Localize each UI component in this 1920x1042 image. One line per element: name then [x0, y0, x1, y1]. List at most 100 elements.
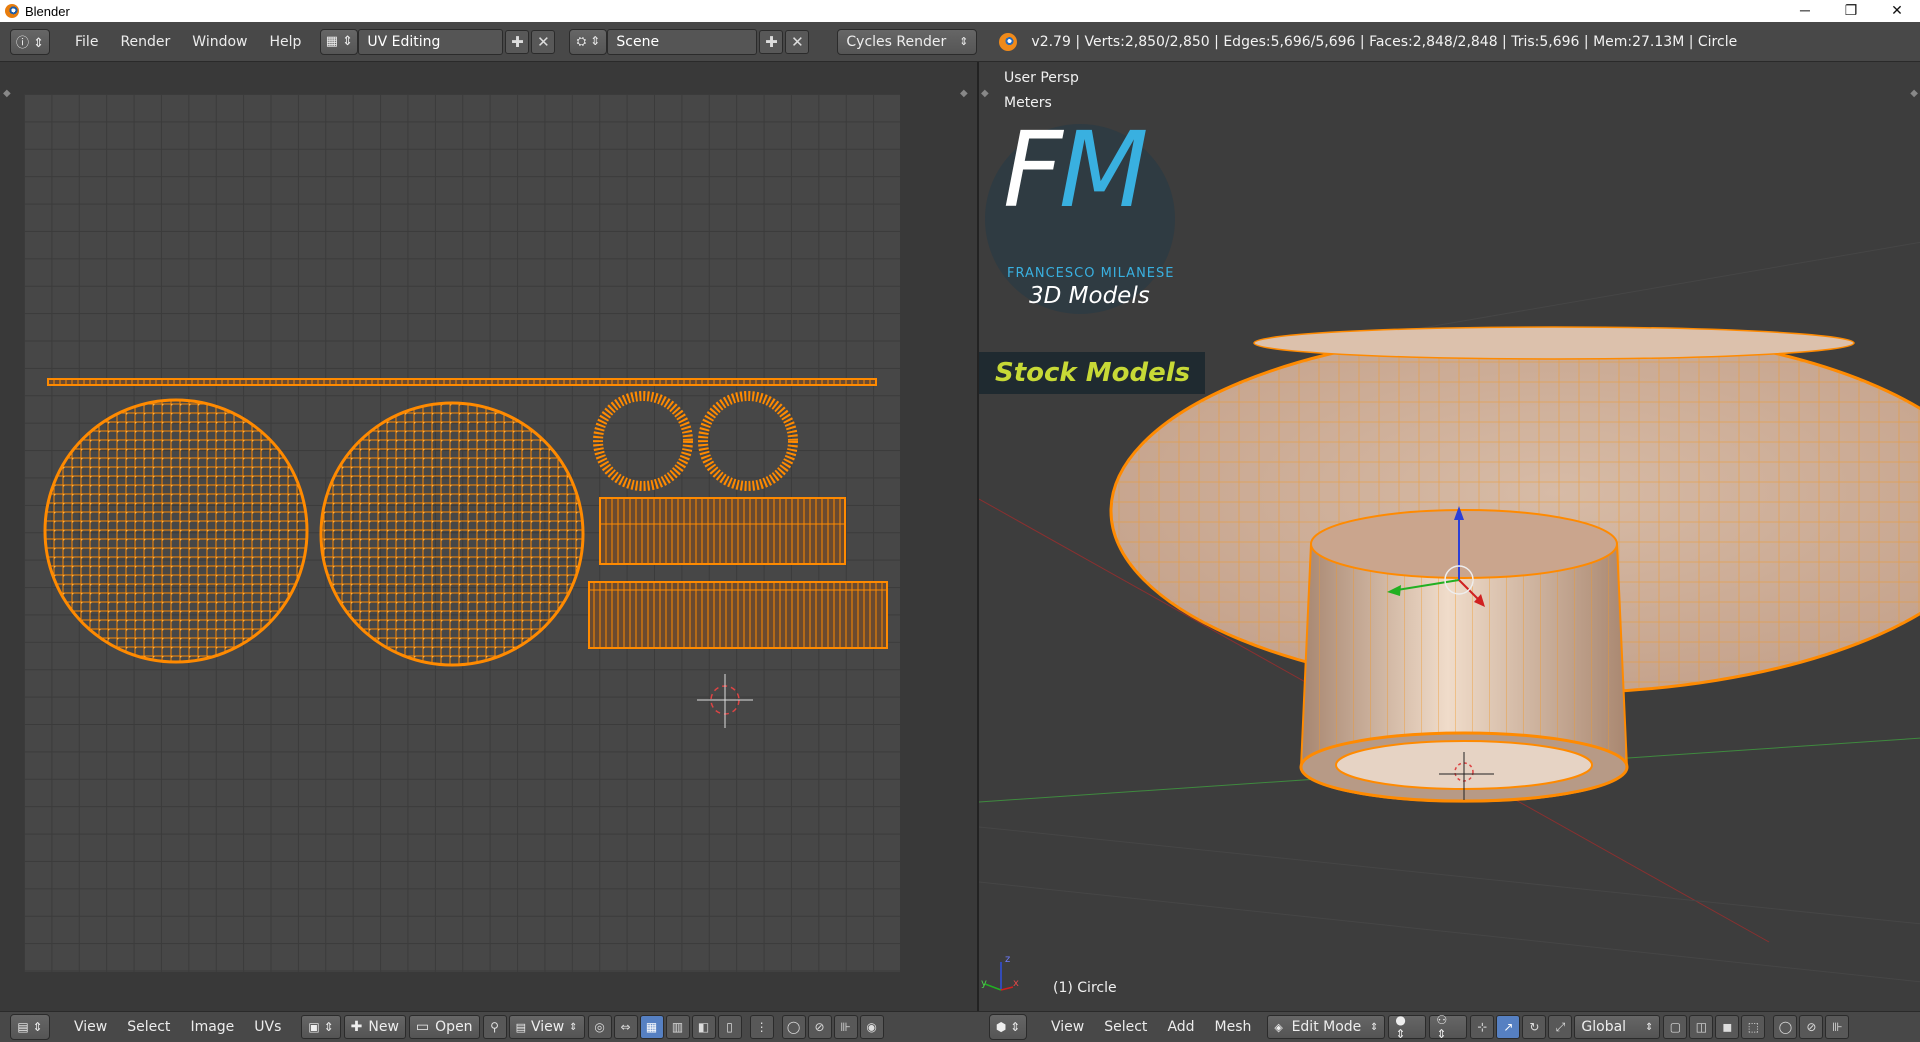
editor-type-info-button[interactable]: ⓘ ⇕: [10, 28, 50, 55]
snap-element-icon[interactable]: ⊪: [1825, 1015, 1850, 1039]
view3d-menu-mesh[interactable]: Mesh: [1205, 1019, 1262, 1035]
edge-select-icon[interactable]: ▥: [665, 1015, 690, 1039]
logo-letter-f: F: [1003, 109, 1063, 231]
proportional-edit-icon[interactable]: ◯: [1773, 1015, 1798, 1039]
manipulator-toggle-icon[interactable]: ⊹: [1470, 1015, 1495, 1039]
menu-window[interactable]: Window: [181, 29, 258, 55]
image-browse-button[interactable]: ▣ ⇕: [301, 1015, 341, 1039]
sync-selection-icon[interactable]: ⇔: [613, 1015, 638, 1039]
face-select-mode-icon[interactable]: ◼: [1715, 1015, 1740, 1039]
3d-view-header: ⬢ ⇕ View Select Add Mesh ◈ Edit Mode ⇕ ●…: [977, 1011, 1920, 1042]
logo-banner: Stock Models: [979, 352, 1205, 394]
editor-type-3d-button[interactable]: ⬢ ⇕: [989, 1014, 1027, 1040]
restore-button[interactable]: ❐: [1828, 0, 1874, 22]
uv-island-ring[interactable]: [593, 391, 693, 491]
overlay-icon[interactable]: ◉: [859, 1015, 884, 1039]
layout-name-field[interactable]: UV Editing: [358, 28, 504, 55]
transform-orientation-dropdown[interactable]: Global ⇕: [1574, 1015, 1661, 1039]
uv-island-ring[interactable]: [698, 391, 798, 491]
pin-icon[interactable]: ⚲: [482, 1015, 507, 1039]
dropdown-arrows-icon: ⇕: [1370, 1021, 1379, 1033]
blender-logo-icon: [5, 4, 19, 18]
uv-island-disc[interactable]: [319, 401, 585, 667]
uv-image-editor[interactable]: ◆ ◆: [0, 62, 977, 1011]
open-image-button[interactable]: ▭ Open: [408, 1015, 480, 1039]
scene-statistics: v2.79 | Verts:2,850/2,850 | Edges:5,696/…: [1031, 33, 1738, 50]
vertex-select-icon[interactable]: ▦: [639, 1015, 664, 1039]
svg-text:z: z: [1005, 954, 1010, 965]
add-scene-button[interactable]: ✚: [759, 29, 784, 54]
menu-help[interactable]: Help: [258, 29, 312, 55]
delete-scene-button[interactable]: ✕: [785, 29, 810, 54]
minimize-button[interactable]: ─: [1782, 0, 1828, 22]
scene-icon: ⛭ ⇕: [576, 34, 601, 48]
uv-island-strip[interactable]: [47, 378, 877, 386]
scale-manipulator-icon[interactable]: ⤢: [1548, 1015, 1573, 1039]
logo-letter-m: M: [1058, 109, 1149, 231]
close-window-button[interactable]: ✕: [1874, 0, 1920, 22]
window-controls: ─ ❐ ✕: [1782, 0, 1920, 22]
view3d-menu-view[interactable]: View: [1041, 1019, 1094, 1035]
mode-label: Edit Mode: [1291, 1019, 1362, 1035]
uv-island-rect[interactable]: [599, 497, 846, 565]
uv-layout[interactable]: [0, 62, 977, 1011]
dropdown-arrows-icon: ⇕: [1645, 1021, 1654, 1033]
island-select-icon[interactable]: ▯: [717, 1015, 742, 1039]
pivot-icon: ⚇ ⇕: [1436, 1013, 1448, 1041]
view3d-menu-add[interactable]: Add: [1157, 1019, 1204, 1035]
pivot-point-dropdown[interactable]: ⚇ ⇕: [1429, 1013, 1468, 1041]
dropdown-arrows-icon: ⇕: [569, 1021, 578, 1033]
plus-icon: ✚: [511, 32, 524, 51]
layout-selector-button[interactable]: ▦ ⇕: [320, 28, 359, 55]
edge-select-mode-icon[interactable]: ◫: [1689, 1015, 1714, 1039]
render-engine-dropdown[interactable]: Cycles Render ⇕: [837, 28, 978, 55]
scene-name-field[interactable]: Scene: [607, 28, 758, 55]
add-layout-button[interactable]: ✚: [505, 29, 530, 54]
scene-selector-button[interactable]: ⛭ ⇕: [569, 28, 608, 55]
face-select-icon[interactable]: ◧: [691, 1015, 716, 1039]
new-image-button[interactable]: ✚ New: [343, 1015, 406, 1039]
window-titlebar: Blender ─ ❐ ✕: [0, 0, 1920, 22]
uv-menu-select[interactable]: Select: [117, 1019, 180, 1035]
info-icon: ⓘ ⇕: [15, 36, 45, 51]
editor-type-uv-button[interactable]: ▤ ⇕: [10, 1014, 50, 1040]
menu-render[interactable]: Render: [109, 29, 181, 55]
logo-author-name: FRANCESCO MILANESE: [1007, 266, 1175, 281]
axis-gizmo: z y x: [981, 954, 1019, 991]
view-mode-dropdown[interactable]: ▤ View ⇕: [508, 1015, 585, 1039]
occlude-geometry-icon[interactable]: ⬚: [1741, 1015, 1766, 1039]
open-image-label: Open: [435, 1019, 473, 1035]
snap-icon[interactable]: ⊘: [1799, 1015, 1824, 1039]
image-browse-icon: ▣ ⇕: [308, 1020, 334, 1034]
uv-island-rect[interactable]: [588, 581, 888, 649]
uv-menu-image[interactable]: Image: [180, 1019, 244, 1035]
new-image-label: New: [368, 1019, 399, 1035]
sticky-mode-icon[interactable]: ⋮: [749, 1015, 774, 1039]
view3d-menu-select[interactable]: Select: [1094, 1019, 1157, 1035]
blender-logo-icon: [999, 32, 1018, 51]
info-header: ⓘ ⇕ File Render Window Help ▦ ⇕ UV Editi…: [0, 22, 1920, 62]
pivot-icon[interactable]: ◎: [587, 1015, 612, 1039]
uv-2d-cursor[interactable]: [697, 674, 753, 728]
render-engine-label: Cycles Render: [846, 33, 947, 50]
uv-menu-view[interactable]: View: [64, 1019, 117, 1035]
window-title: Blender: [25, 3, 70, 19]
snap-element-icon[interactable]: ⊪: [833, 1015, 858, 1039]
3d-viewport[interactable]: ◆ ◆ User Persp Meters z y x FM FRANCESCO…: [977, 62, 1920, 1011]
menu-file[interactable]: File: [64, 29, 109, 55]
mode-dropdown[interactable]: ◈ Edit Mode ⇕: [1267, 1015, 1386, 1039]
logo-monogram: FM: [1003, 118, 1149, 222]
proportional-edit-icon[interactable]: ◯: [781, 1015, 806, 1039]
edit-mode-icon: ◈: [1274, 1020, 1283, 1034]
snap-icon[interactable]: ⊘: [807, 1015, 832, 1039]
delete-layout-button[interactable]: ✕: [531, 29, 556, 54]
layout-grid-icon: ▦ ⇕: [325, 34, 354, 49]
uv-menu-uvs[interactable]: UVs: [244, 1019, 291, 1035]
svg-text:y: y: [981, 978, 987, 989]
view-mode-label: View: [530, 1019, 565, 1035]
vertex-select-mode-icon[interactable]: ▢: [1663, 1015, 1688, 1039]
uv-island-disc[interactable]: [43, 398, 309, 664]
rotate-manipulator-icon[interactable]: ↻: [1522, 1015, 1547, 1039]
viewport-shading-dropdown[interactable]: ● ⇕: [1388, 1013, 1427, 1041]
translate-manipulator-icon[interactable]: ↗: [1496, 1015, 1521, 1039]
